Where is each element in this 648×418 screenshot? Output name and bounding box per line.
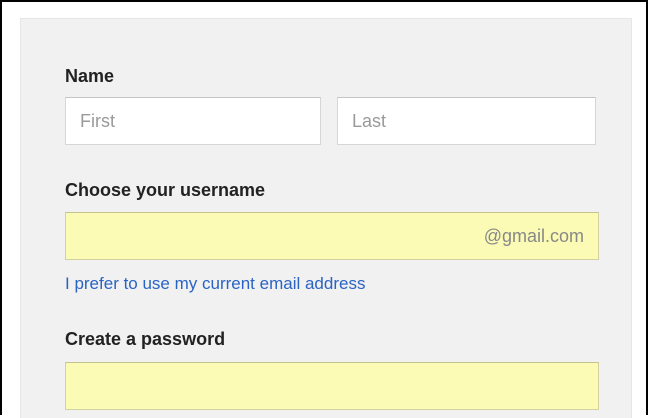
use-current-email-link[interactable]: I prefer to use my current email address — [65, 273, 365, 295]
username-input[interactable]: @gmail.com — [65, 212, 599, 260]
name-label: Name — [65, 66, 115, 86]
first-name-input[interactable]: First — [65, 97, 321, 145]
screenshot-frame: Name First Last Choose your username @gm… — [0, 0, 648, 418]
last-name-placeholder: Last — [352, 111, 387, 131]
password-label: Create a password — [65, 329, 226, 349]
password-input[interactable] — [65, 362, 599, 410]
username-label: Choose your username — [65, 180, 266, 200]
last-name-input[interactable]: Last — [337, 97, 596, 145]
gmail-domain-suffix: @gmail.com — [483, 226, 584, 246]
signup-form-panel: Name First Last Choose your username @gm… — [20, 18, 632, 418]
first-name-placeholder: First — [80, 111, 115, 131]
